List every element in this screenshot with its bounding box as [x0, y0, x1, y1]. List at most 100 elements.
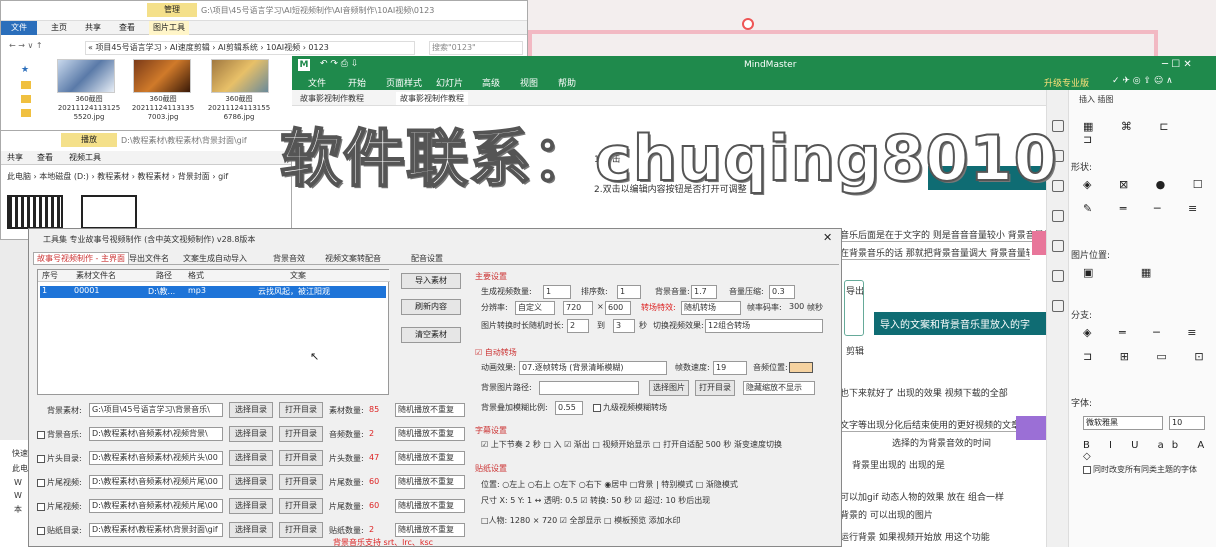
auto-transition-title[interactable]: ☑ 自动转场	[475, 347, 517, 358]
cut-a-input[interactable]: 2	[567, 319, 589, 333]
tab-voice[interactable]: 配音设置	[411, 253, 443, 264]
nav-item[interactable]: 快速	[12, 448, 29, 459]
row-mode-select[interactable]: 随机播放不重复	[395, 499, 465, 513]
row-select-button[interactable]: 选择目录	[229, 474, 273, 490]
row-open-button[interactable]: 打开目录	[279, 426, 323, 442]
anim-select[interactable]: 07.逐帧转场 (背景清晰模糊)	[519, 361, 667, 375]
tab-view[interactable]: 查看	[33, 151, 57, 165]
map-node[interactable]: 运行背景 如果视频开始放 用这个功能	[840, 530, 1040, 543]
row-mode-select[interactable]: 随机播放不重复	[395, 523, 465, 537]
doc-tab-active[interactable]: 故事影视制作教程	[396, 92, 468, 105]
share-icon[interactable]	[1052, 300, 1064, 312]
marker-icon[interactable]	[742, 18, 754, 30]
nav-item[interactable]: W	[14, 478, 29, 487]
gen-count-input[interactable]: 1	[543, 285, 571, 299]
width-input[interactable]: 720	[563, 301, 593, 315]
video-thumbnail[interactable]	[7, 195, 63, 229]
video-thumbnail[interactable]	[81, 195, 137, 229]
central-topic[interactable]: 导入的文案和背景音乐里放入的字	[874, 312, 1046, 335]
breadcrumb[interactable]: « 项目45号语言学习 › AI速度剪辑 › AI剪辑系统 › 10AI视频 ›…	[85, 41, 415, 55]
tab-share[interactable]: 共享	[3, 151, 27, 165]
map-node[interactable]: 可以加gif 动态人物的效果 放在 组合一样	[840, 490, 1040, 503]
calendar-icon[interactable]	[1052, 240, 1064, 252]
clear-button[interactable]: 清空素材	[401, 327, 461, 343]
row-mode-select[interactable]: 随机播放不重复	[395, 403, 465, 417]
map-node[interactable]: 导出	[846, 284, 864, 297]
col-text[interactable]: 文案	[290, 270, 306, 281]
height-input[interactable]: 600	[605, 301, 631, 315]
menu-help[interactable]: 帮助	[558, 76, 576, 89]
menu-file[interactable]: 文件	[308, 76, 326, 89]
map-node[interactable]: 也下来就好了 出现的效果 视频下载的全部	[840, 386, 1040, 399]
sync-font-checkbox[interactable]: 同时改变所有同类主题的字体	[1083, 464, 1197, 475]
col-path[interactable]: 路径	[156, 270, 172, 281]
purple-topic[interactable]	[1016, 416, 1046, 440]
map-node[interactable]: 剪辑	[846, 344, 864, 357]
color-picker[interactable]	[789, 362, 813, 373]
row-path[interactable]: D:\教程素材\教程素材\背景封面\gif	[89, 523, 223, 537]
row-path[interactable]: D:\教程素材\音频素材\视频片尾\00	[89, 499, 223, 513]
cut-b-input[interactable]: 3	[613, 319, 635, 333]
image-thumbnail[interactable]	[133, 59, 191, 93]
ratio-select[interactable]: 自定义	[515, 301, 555, 315]
row-open-button[interactable]: 打开目录	[279, 498, 323, 514]
row-path[interactable]: D:\教程素材\音频素材\视频背景\	[89, 427, 223, 441]
tab-picture-tools[interactable]: 图片工具	[149, 21, 189, 35]
insert-label[interactable]: 插入	[1079, 95, 1095, 104]
col-file[interactable]: 素材文件名	[76, 270, 116, 281]
nav-item[interactable]: 此电	[12, 463, 29, 474]
anim-speed-select[interactable]: 19	[713, 361, 747, 375]
table-row[interactable]: 1 00001 D:\教... mp3 云找风起，被江阳观	[40, 286, 386, 298]
nav-item[interactable]: W	[14, 491, 29, 500]
row-path[interactable]: G:\项目\45号语言学习\背景音乐\	[89, 403, 223, 417]
insert-image-label[interactable]: 插图	[1098, 95, 1114, 104]
row-select-button[interactable]: 选择目录	[229, 426, 273, 442]
blur-input[interactable]: 0.55	[555, 401, 583, 415]
image-tools[interactable]: ▣ ▦	[1083, 266, 1173, 279]
layout-icons[interactable]: ▦ ⌘ ⊏ ⊐	[1083, 120, 1216, 146]
row-open-button[interactable]: 打开目录	[279, 402, 323, 418]
branch-tools[interactable]: ◈ ═ ─ ≡	[1083, 326, 1208, 339]
refresh-button[interactable]: 刷新内容	[401, 299, 461, 315]
manage-tab[interactable]: 播放	[61, 133, 117, 147]
image-icon[interactable]	[1052, 270, 1064, 282]
tab-script[interactable]: 文案生成自动导入	[183, 253, 247, 264]
map-node[interactable]: 在背景音乐的话 那就把背景音量调大 背景音量较小	[840, 246, 1030, 260]
position-row-2[interactable]: 尺寸 X: 5 Y: 1 ↔ 透明: 0.5 ☑ 转换: 50 秒 ☑ 超过: …	[481, 495, 833, 506]
image-thumbnail[interactable]	[211, 59, 269, 93]
blur-checkbox[interactable]: 九级视频模糊转场	[593, 402, 667, 413]
nav-arrows[interactable]: ← → ∨ ↑	[9, 41, 43, 50]
upgrade-button[interactable]: 升级专业版	[1044, 76, 1089, 89]
doc-tab[interactable]: 故事影视制作教程	[300, 93, 364, 104]
breadcrumb[interactable]: 此电脑 › 本地磁盘 (D:) › 教程素材 › 教程素材 › 背景封面 › g…	[7, 171, 289, 182]
row-mode-select[interactable]: 随机播放不重复	[395, 427, 465, 441]
col-format[interactable]: 格式	[188, 270, 204, 281]
map-node[interactable]: 背景的 可以出现的图片	[840, 508, 1040, 521]
tab-export[interactable]: 导出文件名	[129, 253, 169, 264]
row-open-button[interactable]: 打开目录	[279, 522, 323, 538]
map-node[interactable]: 文字等出现分化后结束使用的更好视频的文章	[840, 418, 1030, 432]
fps-value[interactable]: 300	[789, 302, 804, 311]
tab-home[interactable]: 主页	[47, 21, 71, 35]
tab-share[interactable]: 共享	[81, 21, 105, 35]
effect-select[interactable]: 12组合转场	[705, 319, 823, 333]
search-input[interactable]: 搜索"0123"	[429, 41, 523, 55]
transition-select[interactable]: 随机转场	[681, 301, 741, 315]
row-open-button[interactable]: 打开目录	[279, 474, 323, 490]
menu-page-style[interactable]: 页面样式	[386, 76, 422, 89]
open-dir-button[interactable]: 打开目录	[695, 380, 735, 396]
row-select-button[interactable]: 选择目录	[229, 450, 273, 466]
map-node[interactable]: 背景里出现的 出现的是	[852, 458, 945, 471]
slides-icon[interactable]	[1052, 210, 1064, 222]
hide-select[interactable]: 隐藏缩放不显示	[743, 381, 815, 395]
material-table[interactable]: 序号 素材文件名 路径 格式 文案 1 00001 D:\教... mp3 云找…	[37, 269, 390, 395]
bg-path-input[interactable]	[539, 381, 639, 395]
font-family-select[interactable]: 微软雅黑	[1083, 416, 1163, 430]
insert-tools[interactable]: 插入 插图	[1079, 94, 1114, 105]
tab-main[interactable]: 故事号视频制作 - 主界面	[33, 252, 129, 265]
row-open-button[interactable]: 打开目录	[279, 450, 323, 466]
bg-vol-input[interactable]: 1.7	[691, 285, 717, 299]
position-row[interactable]: 位置: ○左上 ○右上 ○左下 ○右下 ◉居中 □背景 | 特别模式 □ 渐隐模…	[481, 479, 833, 490]
window-controls[interactable]: ─ ☐ ✕	[1162, 59, 1192, 70]
import-button[interactable]: 导入素材	[401, 273, 461, 289]
